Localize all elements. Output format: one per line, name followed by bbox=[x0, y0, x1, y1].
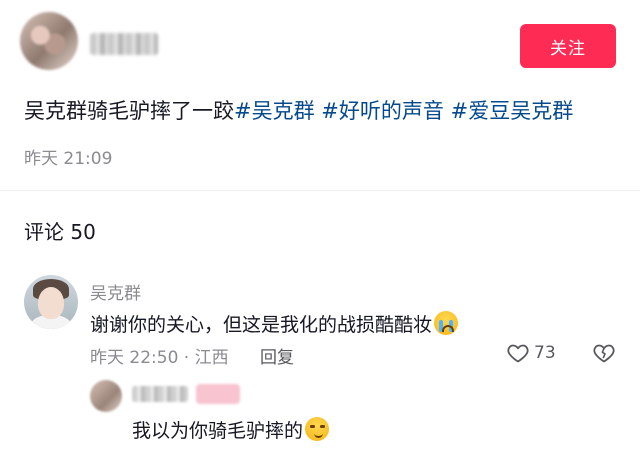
reply-button[interactable]: 回复 bbox=[260, 343, 294, 368]
comment-text-body: 谢谢你的关心，但这是我化的战损酷酷妆 bbox=[90, 314, 433, 336]
smirking-face-emoji-icon bbox=[305, 417, 330, 441]
reply-text-body: 我以为你骑毛驴摔的 bbox=[132, 420, 304, 442]
comment-text: 谢谢你的关心，但这是我化的战损酷酷妆 bbox=[90, 310, 459, 337]
crying-face-emoji-icon bbox=[434, 311, 459, 335]
reply-text: 我以为你骑毛驴摔的 bbox=[132, 416, 330, 443]
caption-text: 吴克群骑毛驴摔了一跤 bbox=[24, 99, 234, 123]
author-badge-redacted bbox=[196, 384, 240, 404]
comments-count-header: 评论 50 bbox=[24, 220, 96, 244]
broken-heart-icon[interactable] bbox=[592, 341, 616, 365]
reply-avatar-redacted[interactable] bbox=[90, 380, 122, 412]
post-caption: 吴克群骑毛驴摔了一跤#吴克群 #好听的声音 #爱豆吴克群 bbox=[24, 95, 624, 127]
reply-author-redacted[interactable] bbox=[132, 386, 188, 402]
commenter-name[interactable]: 吴克群 bbox=[90, 279, 141, 304]
post-timestamp: 昨天 21:09 bbox=[24, 149, 113, 169]
author-name-redacted[interactable] bbox=[90, 33, 158, 55]
heart-icon[interactable] bbox=[506, 341, 530, 365]
hashtag-link[interactable]: #吴克群 bbox=[234, 99, 315, 123]
follow-button[interactable]: 关注 bbox=[520, 24, 616, 68]
author-avatar[interactable] bbox=[20, 12, 78, 70]
commenter-avatar[interactable] bbox=[24, 275, 78, 329]
divider bbox=[0, 190, 640, 191]
like-count: 73 bbox=[534, 343, 556, 363]
comment-meta: 昨天 22:50 · 江西 bbox=[90, 348, 229, 368]
hashtag-link[interactable]: #好听的声音 bbox=[321, 99, 444, 123]
hashtag-link[interactable]: #爱豆吴克群 bbox=[451, 99, 574, 123]
